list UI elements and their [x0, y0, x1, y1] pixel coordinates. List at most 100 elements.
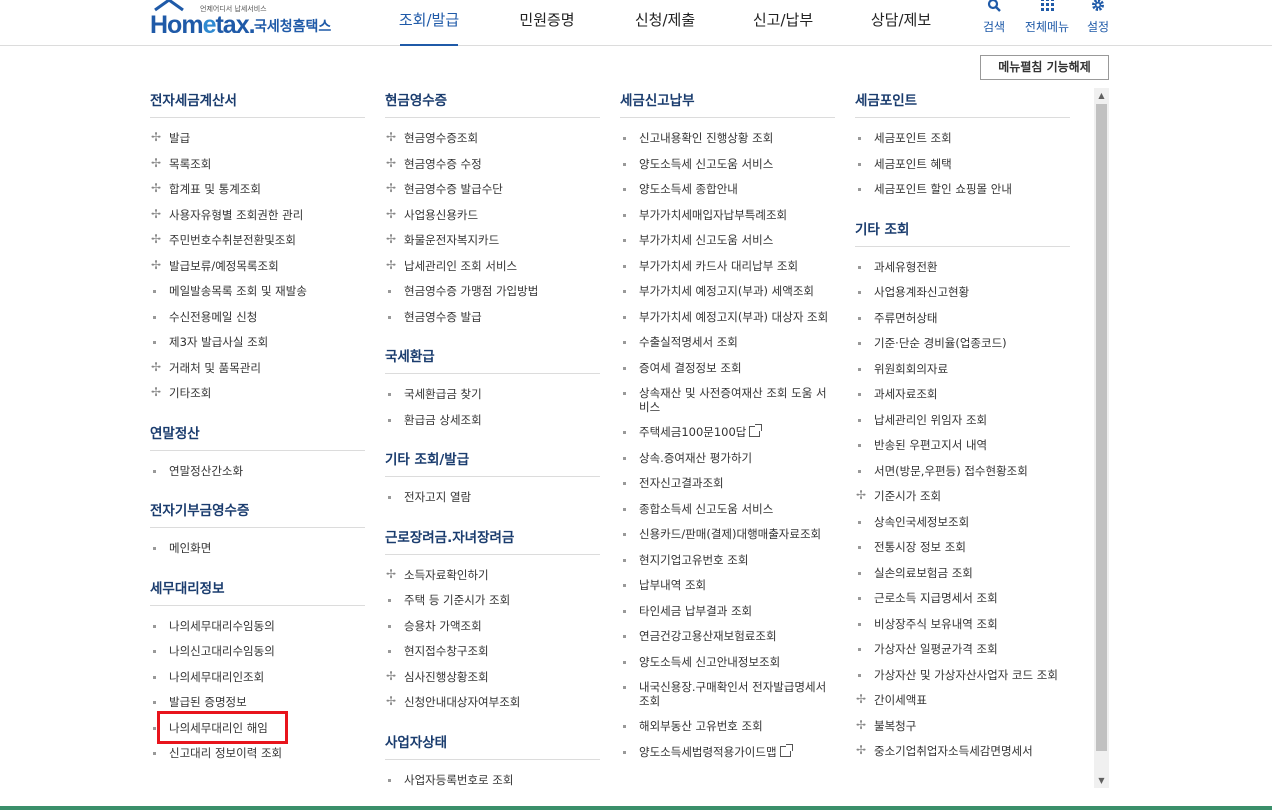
menu-item[interactable]: ✢ 납세관리인 조회 서비스: [385, 254, 600, 280]
menu-item[interactable]: 내국신용장.구매확인서 전자발급명세서 조회: [620, 675, 835, 714]
menu-item[interactable]: 가상자산 및 가상자산사업자 코드 조회: [855, 663, 1070, 689]
menu-item[interactable]: 부가가치세 신고도움 서비스: [620, 228, 835, 254]
menu-section-title[interactable]: 세무대리정보: [150, 576, 365, 606]
menu-item[interactable]: 세금포인트 할인 쇼핑몰 안내: [855, 177, 1070, 203]
menu-item[interactable]: ✢ 현금영수증 수정: [385, 152, 600, 178]
scroll-down-arrow-icon[interactable]: ▼: [1094, 773, 1109, 788]
menu-item[interactable]: ✢ 불복청구: [855, 714, 1070, 740]
menu-item[interactable]: ✢ 간이세액표: [855, 688, 1070, 714]
menu-item[interactable]: ✢ 심사진행상황조회: [385, 665, 600, 691]
menu-item[interactable]: 환급금 상세조회: [385, 408, 600, 434]
nav-filing-payment[interactable]: 신고/납부: [724, 0, 842, 46]
menu-item[interactable]: 증여세 결정정보 조회: [620, 356, 835, 382]
menu-item[interactable]: 비상장주식 보유내역 조회: [855, 612, 1070, 638]
menu-item[interactable]: 현금영수증 가맹점 가입방법: [385, 279, 600, 305]
menu-item[interactable]: 타인세금 납부결과 조회: [620, 599, 835, 625]
menu-item[interactable]: 근로소득 지급명세서 조회: [855, 586, 1070, 612]
menu-item[interactable]: ✢ 현금영수증 발급수단: [385, 177, 600, 203]
menu-item[interactable]: 신고내용확인 진행상황 조회: [620, 126, 835, 152]
menu-item[interactable]: 주류면허상태: [855, 306, 1070, 332]
scroll-thumb[interactable]: [1096, 104, 1107, 751]
menu-item[interactable]: 상속인국세정보조회: [855, 510, 1070, 536]
menu-item[interactable]: ✢ 발급: [150, 126, 365, 152]
menu-item[interactable]: ✢ 기준시가 조회: [855, 484, 1070, 510]
menu-item[interactable]: 부가가치세 카드사 대리납부 조회: [620, 254, 835, 280]
menu-item[interactable]: 양도소득세 신고안내정보조회: [620, 650, 835, 676]
menu-item[interactable]: ✢ 발급보류/예정목록조회: [150, 254, 365, 280]
menu-item[interactable]: 상속.증여재산 평가하기: [620, 446, 835, 472]
menu-item[interactable]: 기준·단순 경비율(업종코드): [855, 331, 1070, 357]
menu-item[interactable]: 가상자산 일평균가격 조회: [855, 637, 1070, 663]
menu-item[interactable]: 사업자등록번호로 조회: [385, 768, 600, 789]
menu-item[interactable]: 실손의료보험금 조회: [855, 561, 1070, 587]
nav-civil-certificate[interactable]: 민원증명: [488, 0, 606, 46]
menu-item[interactable]: 나의세무대리수임동의: [150, 614, 365, 640]
menu-section-title[interactable]: 전자세금계산서: [150, 88, 365, 118]
menu-item[interactable]: 수신전용메일 신청: [150, 305, 365, 331]
menu-item[interactable]: 연말정산간소화: [150, 459, 365, 485]
nav-consult-report[interactable]: 상담/제보: [842, 0, 960, 46]
menu-item[interactable]: 현지접수창구조회: [385, 639, 600, 665]
menu-item[interactable]: 세금포인트 혜택: [855, 152, 1070, 178]
menu-item[interactable]: ✢ 현금영수증조회: [385, 126, 600, 152]
menu-item[interactable]: 나의신고대리수임동의: [150, 639, 365, 665]
menu-section-title[interactable]: 현금영수증: [385, 88, 600, 118]
menu-item[interactable]: 수출실적명세서 조회: [620, 330, 835, 356]
menu-item[interactable]: 위원회회의자료: [855, 357, 1070, 383]
menu-item[interactable]: ✢ 중소기업취업자소득세감면명세서: [855, 739, 1070, 765]
menu-item[interactable]: ✢ 소득자료확인하기: [385, 563, 600, 589]
menu-item[interactable]: 부가가치세 예정고지(부과) 세액조회: [620, 279, 835, 305]
menu-item[interactable]: ✢ 거래처 및 품목관리: [150, 356, 365, 382]
menu-item[interactable]: 메일발송목록 조회 및 재발송: [150, 279, 365, 305]
menu-section-title[interactable]: 근로장려금.자녀장려금: [385, 525, 600, 555]
menu-item[interactable]: ✢ 목록조회: [150, 152, 365, 178]
menu-item[interactable]: 납부내역 조회: [620, 573, 835, 599]
menu-collapse-disable-button[interactable]: 메뉴펼침 기능해제: [980, 55, 1109, 80]
menu-item[interactable]: 양도소득세법령적용가이드맵: [620, 740, 835, 766]
menu-item[interactable]: 부가가치세매입자납부특례조회: [620, 203, 835, 229]
menu-item[interactable]: ✢ 합계표 및 통계조회: [150, 177, 365, 203]
menu-item[interactable]: ✢ 사업용신용카드: [385, 203, 600, 229]
menu-item[interactable]: 해외부동산 고유번호 조회: [620, 714, 835, 740]
menu-item[interactable]: 과세유형전환: [855, 255, 1070, 281]
menu-section-title[interactable]: 기타 조회: [855, 217, 1070, 247]
menu-item[interactable]: 주택 등 기준시가 조회: [385, 588, 600, 614]
menu-item[interactable]: ✢ 신청안내대상자여부조회: [385, 690, 600, 716]
menu-section-title[interactable]: 연말정산: [150, 421, 365, 451]
nav-application[interactable]: 신청/제출: [606, 0, 724, 46]
menu-section-title[interactable]: 사업자상태: [385, 730, 600, 760]
menu-item[interactable]: 납세관리인 위임자 조회: [855, 408, 1070, 434]
menu-item[interactable]: ✢ 사용자유형별 조회권한 관리: [150, 203, 365, 229]
menu-scrollbar[interactable]: ▲ ▼: [1094, 88, 1109, 788]
nav-inquiry-issue[interactable]: 조회/발급: [370, 0, 488, 46]
menu-item[interactable]: 연금건강고용산재보험료조회: [620, 624, 835, 650]
menu-item[interactable]: 양도소득세 신고도움 서비스: [620, 152, 835, 178]
menu-item[interactable]: 세금포인트 조회: [855, 126, 1070, 152]
hometax-logo[interactable]: 언제어디서 납세서비스 Hometax. 국세청홈택스: [150, 0, 340, 42]
menu-item[interactable]: 발급된 증명정보: [150, 690, 365, 716]
menu-section-title[interactable]: 국세환급: [385, 344, 600, 374]
menu-item[interactable]: 신고대리 정보이력 조회: [150, 741, 365, 767]
menu-item[interactable]: 메인화면: [150, 536, 365, 562]
menu-item[interactable]: 전자고지 열람: [385, 485, 600, 511]
scroll-up-arrow-icon[interactable]: ▲: [1094, 88, 1109, 103]
menu-item[interactable]: 현금영수증 발급: [385, 305, 600, 331]
menu-section-title[interactable]: 기타 조회/발급: [385, 447, 600, 477]
menu-item[interactable]: 부가가치세 예정고지(부과) 대상자 조회: [620, 305, 835, 331]
menu-item[interactable]: 반송된 우편고지서 내역: [855, 433, 1070, 459]
all-menu-button[interactable]: 전체메뉴: [1022, 0, 1072, 40]
menu-item[interactable]: 주택세금100문100답: [620, 420, 835, 446]
menu-item[interactable]: ✢ 화물운전자복지카드: [385, 228, 600, 254]
menu-item[interactable]: 과세자료조회: [855, 382, 1070, 408]
menu-item[interactable]: 나의세무대리인조회: [150, 665, 365, 691]
menu-section-title[interactable]: 세금포인트: [855, 88, 1070, 118]
menu-item[interactable]: 서면(방문,우편등) 접수현황조회: [855, 459, 1070, 485]
menu-item[interactable]: 사업용계좌신고현황: [855, 280, 1070, 306]
menu-item[interactable]: ✢ 주민번호수취분전환및조회: [150, 228, 365, 254]
menu-section-title[interactable]: 전자기부금영수증: [150, 498, 365, 528]
menu-section-title[interactable]: 세금신고납부: [620, 88, 835, 118]
menu-item[interactable]: 신용카드/판매(결제)대행매출자료조회: [620, 522, 835, 548]
menu-item[interactable]: ✢ 기타조회: [150, 381, 365, 407]
menu-item[interactable]: 국세환급금 찾기: [385, 382, 600, 408]
menu-item[interactable]: 상속재산 및 사전증여재산 조회 도움 서비스: [620, 381, 835, 420]
